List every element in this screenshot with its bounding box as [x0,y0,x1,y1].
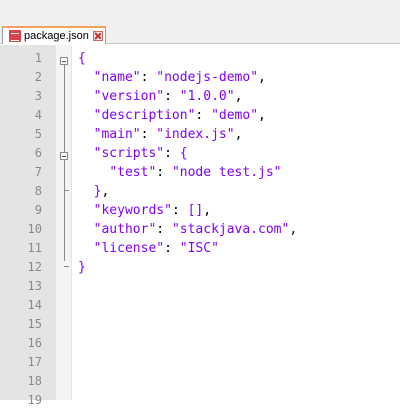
code-line[interactable]: 18 [0,372,400,391]
line-number: 5 [34,127,42,141]
code-line[interactable]: 8 }, [0,182,400,201]
line-number: 16 [27,336,42,350]
line-number: 19 [27,393,42,407]
line-number: 7 [34,165,42,179]
code-text: "scripts": { [93,146,188,161]
code-line[interactable]: 14 [0,296,400,315]
line-number: 10 [27,222,42,236]
code-text: { [78,51,86,66]
line-number: 12 [27,260,42,274]
code-line[interactable]: 2 "name": "nodejs-demo", [0,68,400,87]
code-text: "test": "node test.js" [109,165,282,180]
line-number: 4 [34,108,42,122]
code-text: "version": "1.0.0", [93,89,243,104]
code-line[interactable]: 16 [0,334,400,353]
code-text: "description": "demo", [93,108,266,123]
line-number: 11 [27,241,42,255]
line-number: 3 [34,89,42,103]
code-text: "main": "index.js", [93,127,243,142]
line-number: 8 [34,184,42,198]
file-modified-icon [9,30,21,42]
code-line[interactable]: 5 "main": "index.js", [0,125,400,144]
line-number: 2 [34,70,42,84]
tab-bar: package.json [0,0,400,44]
code-editor[interactable]: 1{2 "name": "nodejs-demo", 3 "version": "… [0,45,400,407]
line-number: 6 [34,146,42,160]
line-number: 18 [27,374,42,388]
code-lines: 1{2 "name": "nodejs-demo", 3 "version": "… [0,49,400,410]
tab-package-json[interactable]: package.json [2,26,106,44]
code-line[interactable]: 17 [0,353,400,372]
code-line[interactable]: 3 "version": "1.0.0", [0,87,400,106]
code-line[interactable]: 9 "keywords": [], [0,201,400,220]
line-number: 1 [34,51,42,65]
code-line[interactable]: 19 [0,391,400,410]
code-line[interactable]: 15 [0,315,400,334]
line-number: 17 [27,355,42,369]
code-line[interactable]: 7 "test": "node test.js" [0,163,400,182]
line-number: 9 [34,203,42,217]
code-line[interactable]: 4 "description": "demo", [0,106,400,125]
code-text: "license": "ISC" [93,241,219,256]
code-line[interactable]: 10 "author": "stackjava.com", [0,220,400,239]
code-text: "keywords": [], [93,203,212,218]
code-text: "author": "stackjava.com", [93,222,298,237]
line-number: 14 [27,298,42,312]
line-number: 15 [27,317,42,331]
code-line[interactable]: 12} [0,258,400,277]
tab-label: package.json [24,30,89,42]
close-icon[interactable] [92,31,103,41]
code-text: } [78,260,86,275]
code-line[interactable]: 1{ [0,49,400,68]
code-text: "name": "nodejs-demo", [93,70,266,85]
line-number: 13 [27,279,42,293]
code-line[interactable]: 11 "license": "ISC" [0,239,400,258]
code-line[interactable]: 13 [0,277,400,296]
code-text: }, [93,184,110,199]
code-line[interactable]: 6 "scripts": { [0,144,400,163]
